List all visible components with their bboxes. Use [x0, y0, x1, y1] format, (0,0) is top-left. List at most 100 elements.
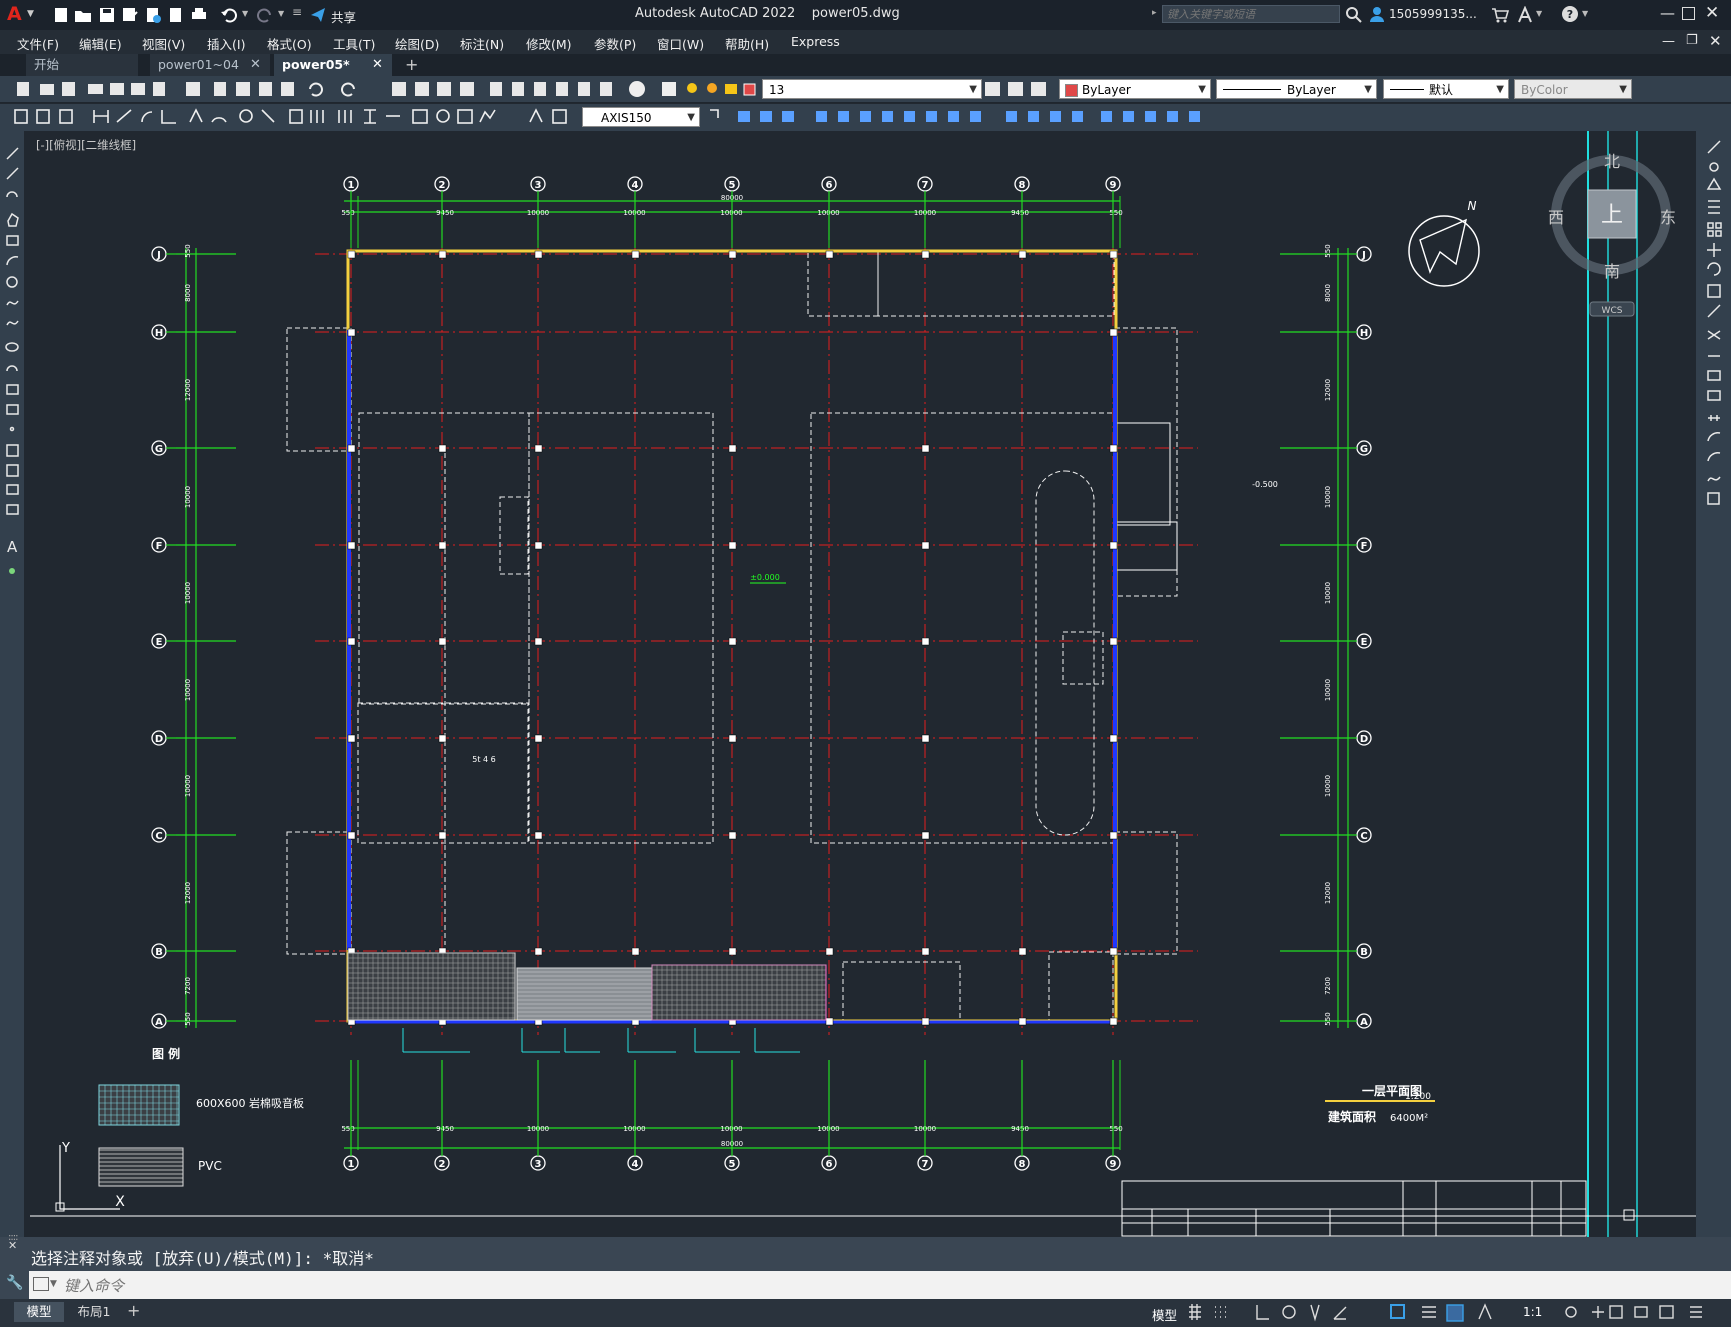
- maximize-icon[interactable]: [1682, 7, 1695, 20]
- right-side-dim: 550: [1324, 244, 1332, 257]
- dimstyle-dropdown[interactable]: AXIS150 ▼: [582, 107, 700, 127]
- help-icon[interactable]: ?: [1561, 5, 1579, 23]
- chevron-down-icon: ▼: [687, 112, 695, 123]
- undo-icon[interactable]: [220, 6, 238, 24]
- column: [1109, 734, 1118, 743]
- app-dropdown-icon[interactable]: ▼: [1536, 9, 1542, 18]
- autocad-logo-icon[interactable]: A: [7, 3, 22, 25]
- cart-icon[interactable]: [1491, 6, 1509, 24]
- save-web-icon[interactable]: [167, 6, 185, 24]
- drawing-canvas[interactable]: [-][俯视][二维线框] 55094501000010000100001000…: [24, 131, 1696, 1237]
- menu-edit[interactable]: 编辑(E): [79, 34, 122, 53]
- share-button[interactable]: 共享: [331, 7, 356, 26]
- floor-plan-drawing[interactable]: 550 9450 10000 10000 10000 10000 10000 9450 550 8…: [24, 131, 1696, 1237]
- command-input[interactable]: [62, 1274, 1686, 1298]
- axis-bubble-bottom-label: 4: [632, 1159, 639, 1170]
- command-dropdown-icon[interactable]: ▼: [50, 1279, 57, 1289]
- search-expand-icon[interactable]: ▸: [1152, 8, 1157, 18]
- user-name[interactable]: 1505999135...: [1389, 7, 1477, 21]
- help-dropdown-icon[interactable]: ▼: [1582, 9, 1588, 18]
- menu-view[interactable]: 视图(V): [142, 34, 185, 53]
- menu-draw[interactable]: 绘图(D): [395, 34, 439, 53]
- left-side-dim: 550: [184, 244, 192, 257]
- menu-modify[interactable]: 修改(M): [526, 34, 572, 53]
- menu-window[interactable]: 窗口(W): [657, 34, 704, 53]
- bottom-dim-label: 9450: [1011, 1125, 1029, 1133]
- dashed-zone: [528, 412, 714, 844]
- lineweight-dropdown[interactable]: 默认 ▼: [1383, 79, 1509, 99]
- axis-bubble-top-label: 1: [348, 180, 355, 191]
- add-layout-icon[interactable]: +: [127, 1301, 140, 1320]
- doc-close-icon[interactable]: ✕: [1709, 32, 1722, 50]
- tab-close-icon[interactable]: ✕: [250, 57, 261, 72]
- layer-dropdown[interactable]: 13 ▼: [762, 79, 982, 99]
- menu-express[interactable]: Express: [791, 34, 840, 49]
- app-menu-chevron-icon[interactable]: ▼: [27, 9, 34, 19]
- menu-help[interactable]: 帮助(H): [725, 34, 769, 53]
- tab-start[interactable]: 开始: [26, 54, 138, 76]
- doc-minimize-icon[interactable]: —: [1662, 34, 1675, 49]
- menu-file[interactable]: 文件(F): [17, 34, 59, 53]
- customize-qat-icon[interactable]: ≡: [292, 5, 302, 19]
- save-icon[interactable]: [98, 6, 116, 24]
- plotstyle-dropdown[interactable]: ByColor ▼: [1514, 79, 1632, 99]
- menu-tools[interactable]: 工具(T): [333, 34, 375, 53]
- top-dim-label: 550: [341, 209, 354, 217]
- column: [534, 831, 543, 840]
- command-options-area: 🔧: [0, 1271, 29, 1299]
- plot-icon[interactable]: [190, 6, 208, 24]
- bottom-dim-label: 550: [341, 1125, 354, 1133]
- menu-insert[interactable]: 插入(I): [207, 34, 245, 53]
- menu-parametric[interactable]: 参数(P): [594, 34, 636, 53]
- level-center-label: ±0.000: [750, 573, 780, 582]
- save-as-icon[interactable]: [121, 6, 139, 24]
- modify-tool-icons[interactable]: [1696, 131, 1731, 511]
- share-icon[interactable]: [309, 6, 327, 24]
- axis-bubble-left-label: G: [155, 444, 163, 455]
- level-right-label: -0.500: [1252, 480, 1278, 489]
- command-grip-icon[interactable]: ::::: [8, 1232, 19, 1243]
- bottom-dim-label: 9450: [436, 1125, 454, 1133]
- open-folder-icon[interactable]: [74, 6, 92, 24]
- tab-layout1[interactable]: 布局1: [66, 1302, 122, 1322]
- title-bar: A ▼ ▼ ▼ ≡ 共享 Autodesk AutoCAD 2022 power…: [0, 0, 1731, 30]
- wcs-label: WCS: [1602, 306, 1623, 316]
- axis-bubble-top-label: 5: [729, 180, 736, 191]
- open-web-icon[interactable]: [144, 6, 162, 24]
- status-toggle-icons[interactable]: [1185, 1299, 1731, 1327]
- wrench-icon[interactable]: 🔧: [6, 1275, 23, 1291]
- search-input[interactable]: [1162, 5, 1340, 23]
- redo-dropdown-icon[interactable]: ▼: [278, 9, 284, 18]
- ucs-y-label: Y: [61, 1141, 70, 1156]
- tab-close-active-icon[interactable]: ✕: [372, 57, 383, 72]
- autodesk-app-icon[interactable]: [1516, 6, 1534, 24]
- column: [1109, 637, 1118, 646]
- tab-model[interactable]: 模型: [14, 1302, 64, 1322]
- toolbar-icons-row2[interactable]: [0, 104, 1731, 131]
- axis-bubble-top-label: 3: [535, 180, 542, 191]
- draw-tool-icons[interactable]: A: [0, 131, 24, 591]
- room-label-5t: 5t 4 6: [472, 755, 496, 764]
- undo-dropdown-icon[interactable]: ▼: [242, 9, 248, 18]
- chevron-down-icon: ▼: [969, 84, 977, 95]
- redo-icon[interactable]: [256, 6, 274, 24]
- close-window-icon[interactable]: ✕: [1705, 3, 1719, 23]
- new-tab-icon[interactable]: +: [405, 55, 418, 74]
- linetype-dropdown[interactable]: ByLayer ▼: [1216, 79, 1377, 99]
- menu-dimension[interactable]: 标注(N): [460, 34, 504, 53]
- color-dropdown[interactable]: ByLayer ▼: [1059, 79, 1211, 99]
- column: [534, 541, 543, 550]
- axis-bubble-right-label: F: [1361, 541, 1368, 552]
- doc-restore-icon[interactable]: ❐: [1686, 33, 1698, 48]
- menu-format[interactable]: 格式(O): [267, 34, 312, 53]
- new-file-icon[interactable]: [52, 6, 70, 24]
- search-icon[interactable]: [1345, 6, 1363, 24]
- model-space-button[interactable]: 模型: [1152, 1305, 1177, 1324]
- minimize-icon[interactable]: —: [1660, 4, 1675, 22]
- axis-bubble-right-label: A: [1360, 1017, 1368, 1028]
- annotation-scale[interactable]: 1:1: [1523, 1305, 1542, 1319]
- column: [921, 637, 930, 646]
- command-prompt-icon[interactable]: [33, 1277, 49, 1291]
- user-icon[interactable]: [1368, 5, 1386, 23]
- column: [728, 637, 737, 646]
